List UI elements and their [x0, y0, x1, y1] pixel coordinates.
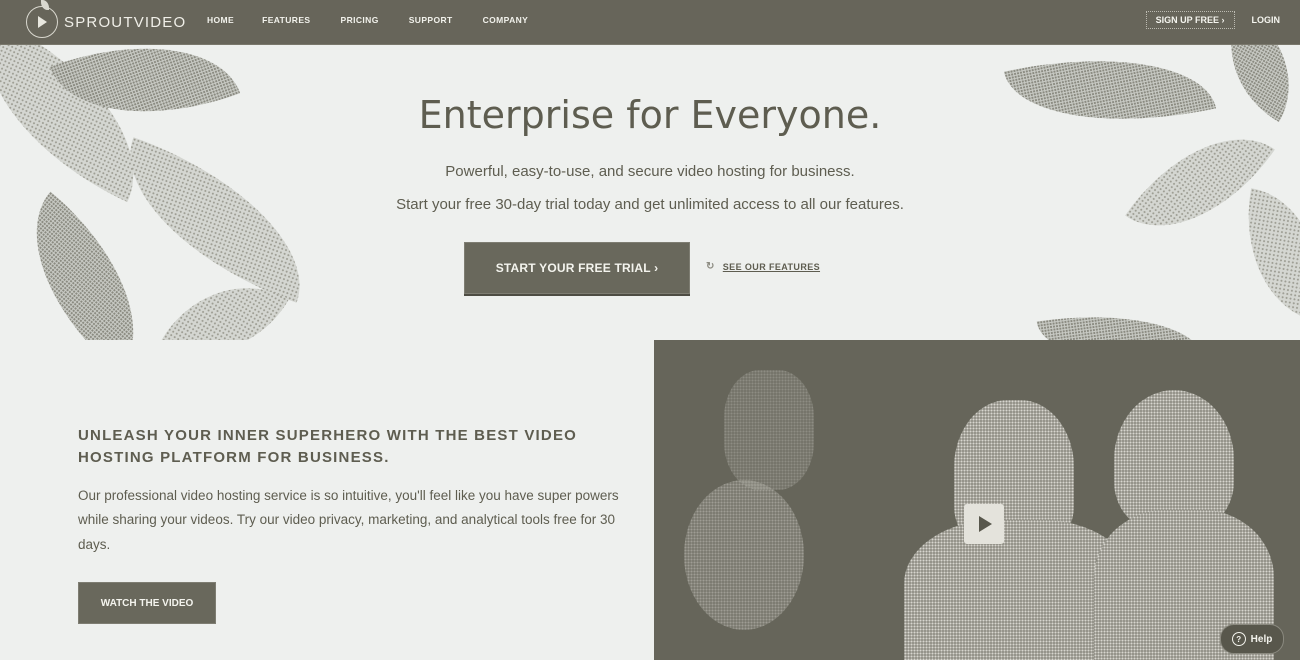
start-free-trial-button[interactable]: START YOUR FREE TRIAL › — [464, 242, 690, 294]
section-heading: UNLEASH YOUR INNER SUPERHERO WITH THE BE… — [78, 427, 578, 466]
video-still — [724, 370, 814, 490]
play-logo-icon — [26, 0, 58, 38]
nav-pricing[interactable]: PRICING — [341, 15, 379, 25]
sign-up-free-button[interactable]: SIGN UP FREE › — [1145, 11, 1235, 29]
help-button[interactable]: ? Help — [1220, 624, 1284, 654]
leaf-illustration — [99, 137, 331, 303]
see-features-label: SEE OUR FEATURES — [722, 261, 821, 272]
nav-support[interactable]: SUPPORT — [409, 15, 453, 25]
leaf-illustration — [0, 191, 181, 340]
see-features-link[interactable]: ↻ SEE OUR FEATURES — [706, 261, 820, 272]
question-icon: ? — [1231, 632, 1246, 646]
hero-subtitle-trial: Start your free 30-day trial today and g… — [396, 196, 904, 213]
nav-links: HOME FEATURES PRICING SUPPORT COMPANY — [207, 15, 556, 25]
brand-name: SPROUTVIDEO — [64, 13, 187, 31]
nav-home[interactable]: HOME — [207, 15, 234, 25]
watch-video-button[interactable]: WATCH THE VIDEO — [78, 582, 216, 624]
video-still — [684, 480, 804, 630]
section-body: Our professional video hosting service i… — [78, 488, 619, 552]
nav-account: SIGN UP FREE › LOGIN — [1145, 11, 1281, 29]
nav-company[interactable]: COMPANY — [483, 15, 529, 25]
login-link[interactable]: LOGIN — [1252, 15, 1281, 25]
hero-section: Enterprise for Everyone. Powerful, easy-… — [0, 45, 1300, 340]
hero-subtitle: Powerful, easy-to-use, and secure video … — [445, 163, 855, 180]
leaf-illustration — [1036, 299, 1204, 340]
help-label: Help — [1250, 633, 1273, 645]
hero-title: Enterprise for Everyone. — [418, 93, 882, 137]
video-player[interactable]: ? Help — [654, 340, 1300, 660]
refresh-icon: ↻ — [706, 261, 715, 272]
play-icon[interactable] — [964, 504, 1004, 544]
brand-logo[interactable]: SPROUTVIDEO — [26, 0, 187, 38]
nav-features[interactable]: FEATURES — [262, 15, 310, 25]
top-nav: SPROUTVIDEO HOME FEATURES PRICING SUPPOR… — [0, 0, 1300, 45]
video-still — [1114, 390, 1234, 530]
